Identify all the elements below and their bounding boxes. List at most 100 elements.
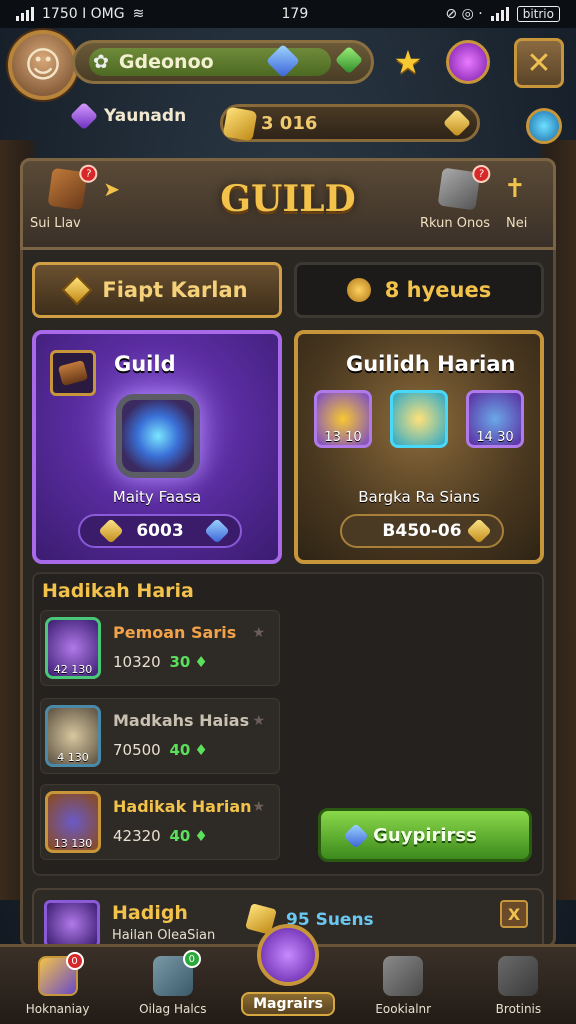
gold-coin-icon xyxy=(222,106,258,142)
rock-icon: ? xyxy=(437,163,492,211)
magic-orb-button[interactable] xyxy=(446,40,490,84)
price-value: 6003 xyxy=(136,521,184,541)
price-pill[interactable]: 6003 xyxy=(78,514,242,548)
item-count: 13 130 xyxy=(53,837,93,850)
status-bar: 1750 I OMG ≋ 179 ⊘ ◎ · bitrio xyxy=(0,0,576,28)
notification-badge: 0 xyxy=(182,950,201,968)
star-button[interactable]: ★ xyxy=(388,42,428,82)
item-value: 70500 40 ♦ xyxy=(113,741,208,759)
chest-icon xyxy=(50,350,96,396)
gold-gem-icon xyxy=(466,518,492,544)
nav-label: Brotinis xyxy=(495,1002,542,1016)
list-item[interactable]: 13 130 Hadikak Harian ★ 42320 40 ♦ xyxy=(40,784,280,860)
anvil-icon xyxy=(383,956,424,996)
reward-item-tile[interactable]: 13 10 xyxy=(314,390,372,448)
scroll-icon: 0 xyxy=(37,952,84,996)
item-count: 4 130 xyxy=(57,751,89,764)
card-subtitle: Bargka Ra Sians xyxy=(358,488,480,506)
stone-icon: 4 130 xyxy=(45,705,101,767)
purple-gem-icon: 42 130 xyxy=(45,617,101,679)
add-gold-icon[interactable] xyxy=(442,108,472,138)
item-price: 70500 xyxy=(113,741,161,759)
gold-gem-icon xyxy=(98,518,124,544)
nav-item-brotinis[interactable]: Brotinis xyxy=(461,947,576,1024)
status-left-text: 1750 I OMG xyxy=(42,6,125,22)
item-name: Hadikak Harian xyxy=(113,797,252,816)
nav-label: Oilag Halcs xyxy=(139,1002,207,1016)
star-icon: ★ xyxy=(252,799,265,815)
globe-button[interactable] xyxy=(526,108,562,144)
item-name: Madkahs Haias xyxy=(113,711,250,730)
header-right-action[interactable]: ? ✝ Rkun Onos Nei xyxy=(420,163,550,240)
price-pill[interactable]: B450-06 xyxy=(340,514,504,548)
gem-suffix: ♦ xyxy=(194,827,208,845)
gem-suffix: ♦ xyxy=(194,741,208,759)
player-name: Gdeonoo xyxy=(118,51,214,73)
item-bonus: 30 xyxy=(169,653,191,671)
item-bonus: 40 xyxy=(169,741,191,759)
battle-swords-button[interactable]: ✕ xyxy=(514,38,564,88)
close-icon[interactable]: X xyxy=(500,900,528,928)
nav-label: Eookialnr xyxy=(375,1002,432,1016)
star-icon: ★ xyxy=(252,625,265,641)
nav-item-hoknaniay[interactable]: 0 Hoknaniay xyxy=(0,947,115,1024)
header-right-label: Rkun Onos xyxy=(420,216,490,231)
blue-gem-icon xyxy=(204,518,230,544)
hammer-icon: ✝ xyxy=(504,174,526,204)
nav-label: Hoknaniay xyxy=(25,1002,90,1016)
card-title: Guild xyxy=(114,352,176,376)
nav-label: Magrairs xyxy=(241,992,335,1016)
guild-label: Yaunadn xyxy=(104,106,187,126)
offer-subtitle: Hailan OleaSian xyxy=(112,928,216,943)
reward-item-tile[interactable]: 14 30 xyxy=(466,390,524,448)
cell-signal-icon xyxy=(490,7,509,21)
item-value: 10320 30 ♦ xyxy=(113,653,208,671)
gem-suffix: ♦ xyxy=(194,653,208,671)
list-item[interactable]: 42 130 Pemoan Saris ★ 10320 30 ♦ xyxy=(40,610,280,686)
nav-item-eookialnr[interactable]: Eookialnr xyxy=(346,947,461,1024)
battery-indicator: bitrio xyxy=(516,6,560,22)
gear-icon: ✿ xyxy=(93,51,109,73)
player-avatar[interactable]: ☺ xyxy=(8,30,78,100)
star-icon: ★ xyxy=(252,713,265,729)
gold-amount: 3 016 xyxy=(261,112,318,134)
status-time: 179 xyxy=(281,6,309,22)
item-price: 42320 xyxy=(113,827,161,845)
tab-label: Fiapt Karlan xyxy=(102,278,248,302)
list-title: Hadikah Haria xyxy=(42,580,194,602)
notification-badge: 0 xyxy=(65,952,84,970)
tab-label: 8 hyeues xyxy=(384,278,492,302)
item-price: 10320 xyxy=(113,653,161,671)
wifi-icon: ≋ xyxy=(132,6,145,22)
tab-fiapt-karlan[interactable]: Fiapt Karlan xyxy=(32,262,282,318)
gold-counter[interactable]: 3 016 xyxy=(220,104,480,142)
item-value: 42320 40 ♦ xyxy=(113,827,208,845)
reward-item-tile[interactable] xyxy=(390,390,448,448)
player-name-bar[interactable]: ✿ Gdeonoo xyxy=(72,40,374,84)
buy-button[interactable]: Guypirirss xyxy=(318,808,532,862)
list-item[interactable]: 4 130 Madkahs Haias ★ 70500 40 ♦ xyxy=(40,698,280,774)
signal-icon xyxy=(16,7,34,21)
item-bonus: 40 xyxy=(169,827,191,845)
guild-card[interactable]: Guild Maity Faasa 6003 xyxy=(32,330,282,564)
header-right-extra: Nei xyxy=(505,216,528,231)
item-count: 14 30 xyxy=(476,430,514,445)
offer-title: Hadigh xyxy=(112,902,188,924)
blue-gem-icon xyxy=(343,823,369,849)
card-title: Guilidh Harian xyxy=(346,352,516,376)
buy-button-label: Guypirirss xyxy=(373,824,477,846)
price-value: B450-06 xyxy=(382,521,462,541)
guild-harian-card[interactable]: Guilidh Harian 13 10 14 30 Bargka Ra Sia… xyxy=(294,330,544,564)
amulet-icon: 13 130 xyxy=(45,791,101,853)
purple-gem-icon xyxy=(69,101,99,131)
crystal-icon xyxy=(257,924,319,986)
card-subtitle: Maity Faasa xyxy=(112,488,202,506)
item-count: 42 130 xyxy=(53,663,93,676)
bottom-navigation: 0 Hoknaniay 0 Oilag Halcs Magrairs Eooki… xyxy=(0,924,576,1024)
scroll-icon: 0 xyxy=(152,950,201,996)
nav-item-oilag-halcs[interactable]: 0 Oilag Halcs xyxy=(115,947,230,1024)
nav-item-magrairs[interactable]: Magrairs xyxy=(230,924,345,1024)
tab-hyeues[interactable]: 8 hyeues xyxy=(294,262,544,318)
notification-icons: ⊘ ◎ · xyxy=(445,6,483,22)
item-count: 13 10 xyxy=(324,430,362,445)
